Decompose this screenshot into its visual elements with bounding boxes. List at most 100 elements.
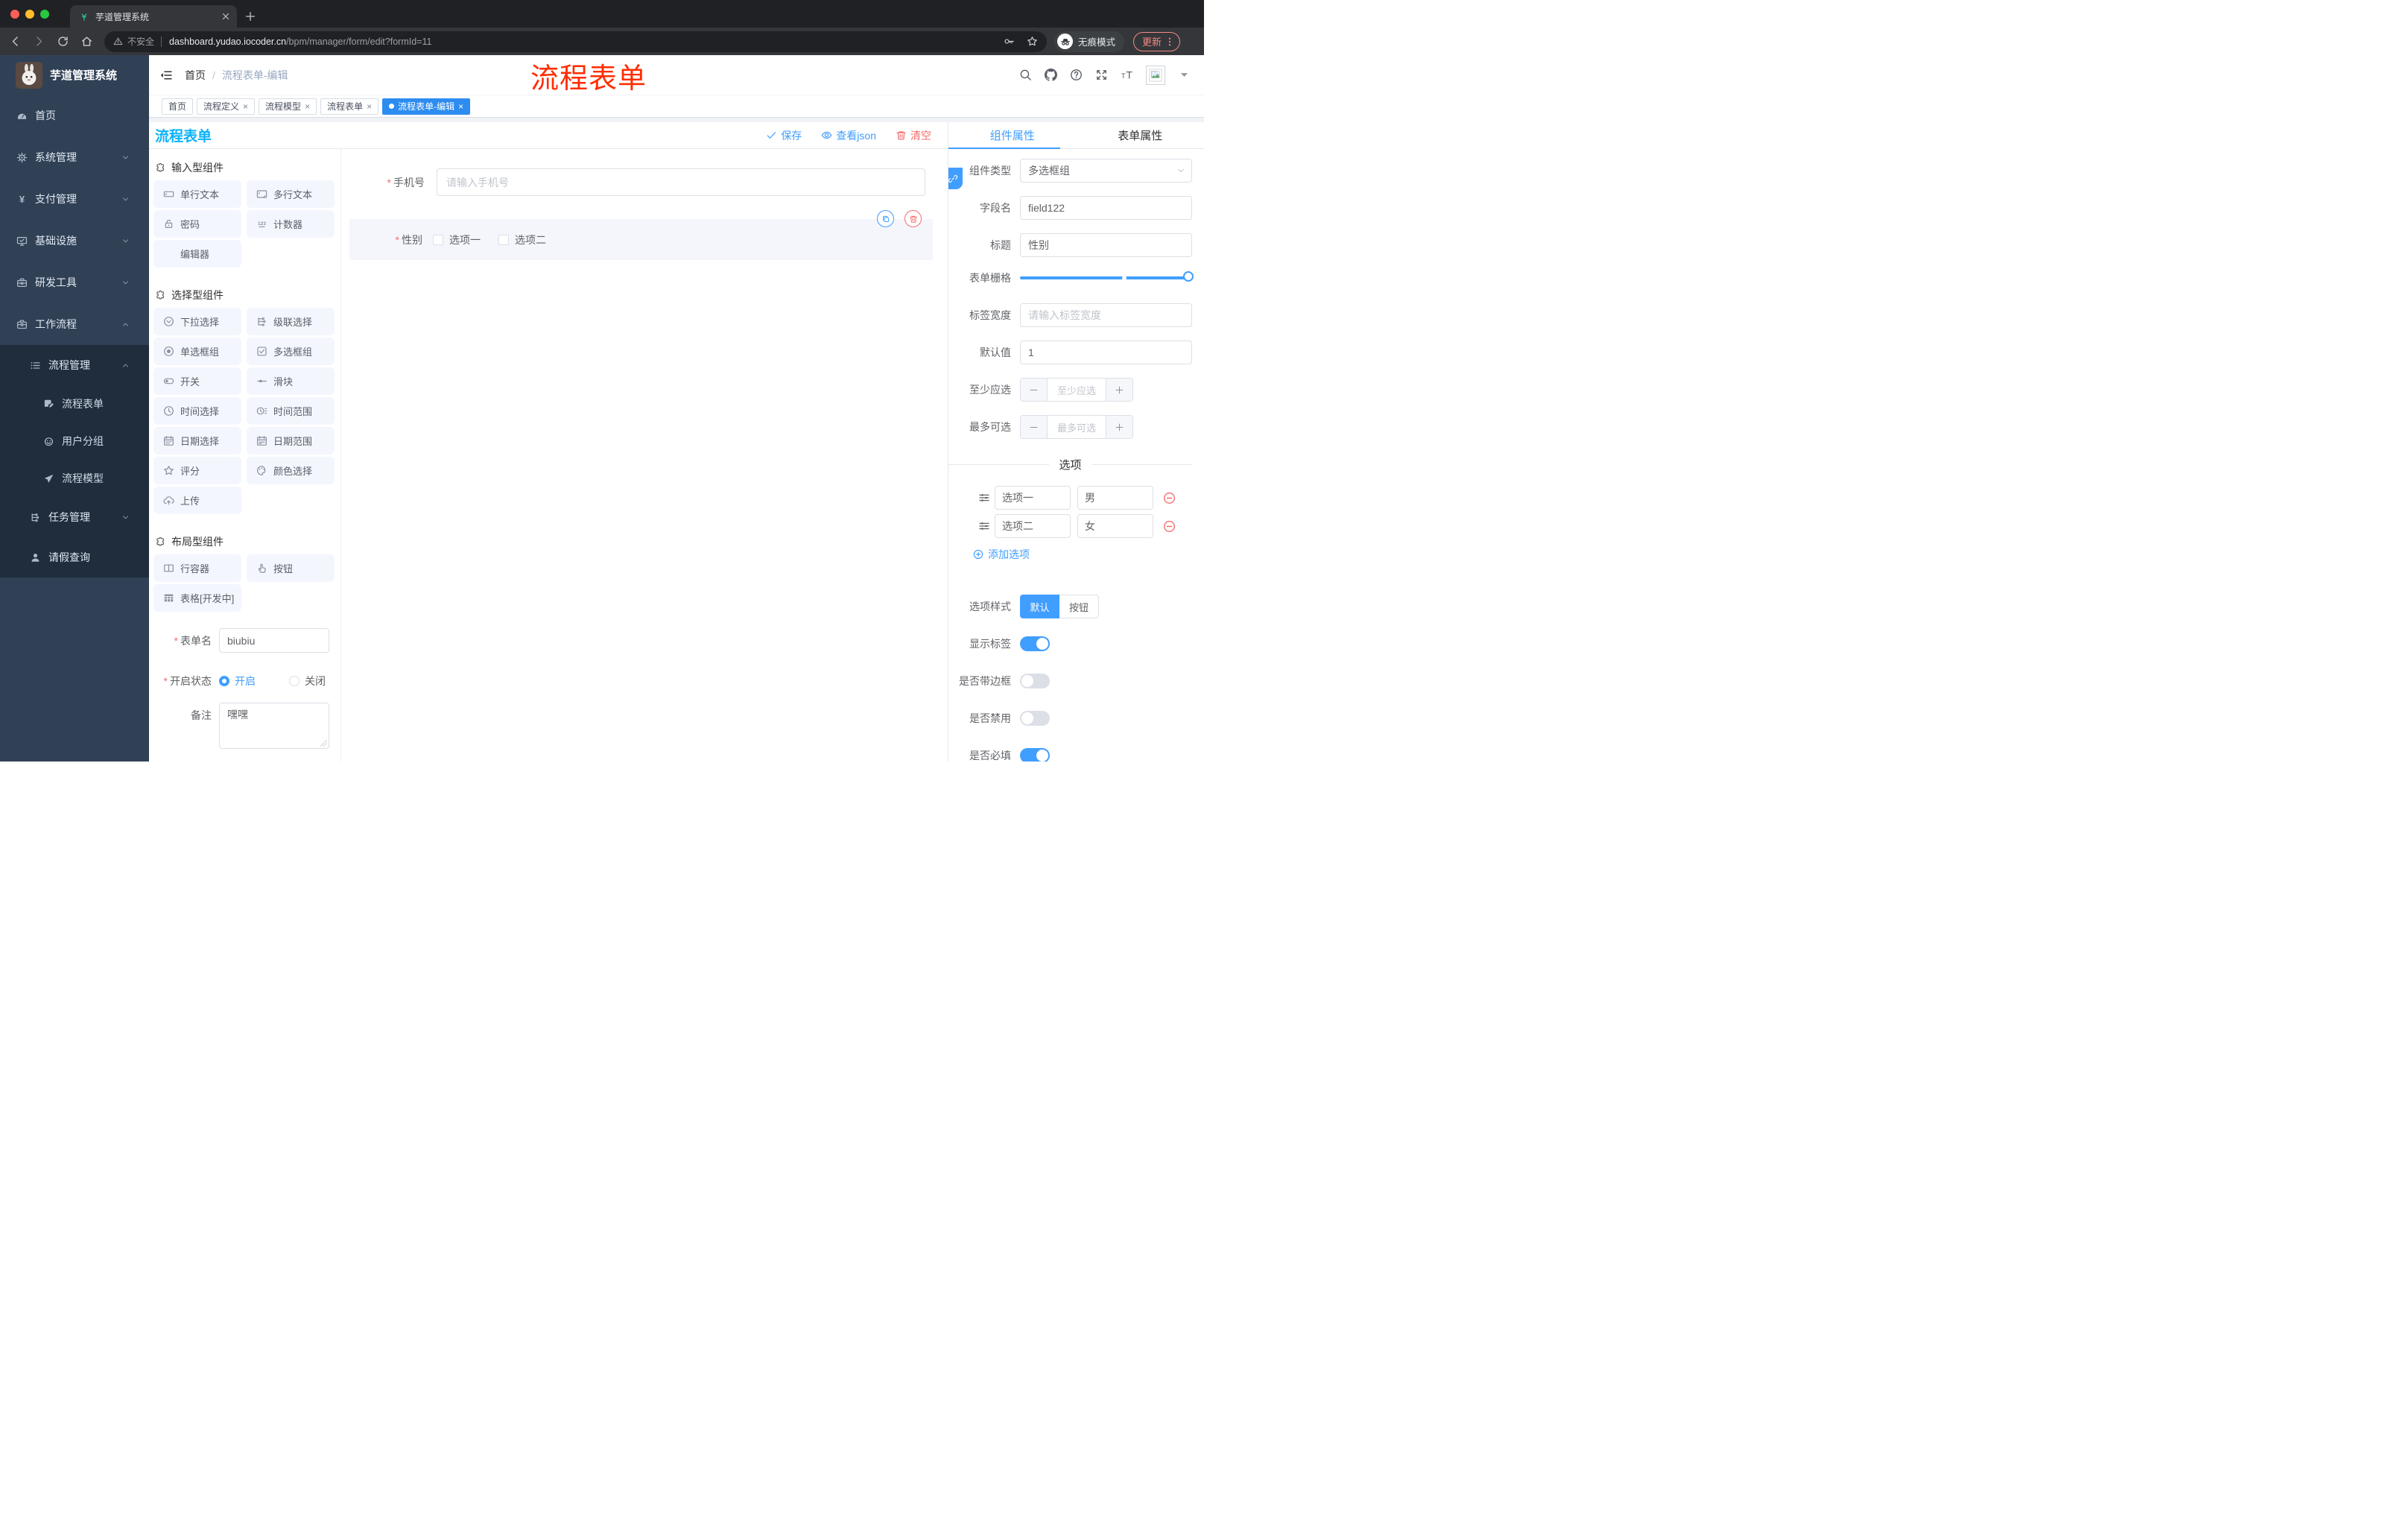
- remark-textarea[interactable]: 嘿嘿: [219, 703, 329, 749]
- decrease-button[interactable]: [1021, 416, 1048, 438]
- avatar[interactable]: [1146, 65, 1165, 85]
- palette-item-滑块[interactable]: 滑块: [247, 367, 335, 395]
- browser-tab[interactable]: 芋道管理系统: [70, 5, 237, 28]
- max-checked-placeholder[interactable]: 最多可选: [1048, 416, 1106, 438]
- home-icon[interactable]: [80, 35, 93, 48]
- checkbox-选项二[interactable]: [498, 234, 509, 245]
- fullscreen-icon[interactable]: [1095, 69, 1108, 81]
- toggle-switch-是否带边框[interactable]: [1020, 674, 1050, 688]
- page-tab-流程表单-编辑[interactable]: 流程表单-编辑 ×: [382, 98, 471, 115]
- title-input[interactable]: [1020, 233, 1192, 257]
- increase-button[interactable]: [1106, 379, 1132, 401]
- sidebar-item-系统管理[interactable]: 系统管理: [0, 136, 149, 178]
- radio-关闭[interactable]: [289, 676, 300, 686]
- tab-close-icon[interactable]: ×: [458, 102, 463, 111]
- palette-item-多行文本[interactable]: 多行文本: [247, 180, 335, 208]
- close-window-button[interactable]: [10, 9, 19, 19]
- sidebar-item-基础设施[interactable]: 基础设施: [0, 220, 149, 262]
- add-option-button[interactable]: 添加选项: [948, 547, 1192, 562]
- palette-item-日期选择[interactable]: 日期选择: [153, 427, 241, 455]
- increase-button[interactable]: [1106, 416, 1132, 438]
- palette-item-日期范围[interactable]: 日期范围: [247, 427, 335, 455]
- option-label-input[interactable]: [995, 486, 1071, 510]
- palette-item-上传[interactable]: 上传: [153, 487, 241, 514]
- page-tab-流程定义[interactable]: 流程定义 ×: [197, 98, 256, 115]
- toggle-switch-显示标签[interactable]: [1020, 636, 1050, 651]
- tab-close-icon[interactable]: ×: [367, 102, 372, 111]
- props-tab-表单属性[interactable]: 表单属性: [1077, 122, 1205, 148]
- sidebar-item-流程管理[interactable]: 流程管理: [0, 345, 149, 385]
- gender-option-选项二[interactable]: 选项二: [498, 232, 546, 247]
- update-button[interactable]: 更新: [1133, 31, 1181, 51]
- sidebar-item-用户分组[interactable]: 用户分组: [0, 422, 149, 460]
- toggle-switch-是否必填[interactable]: [1020, 748, 1050, 762]
- window-controls[interactable]: [0, 0, 60, 28]
- radio-开启[interactable]: [219, 676, 229, 686]
- logo-row[interactable]: 芋道管理系统: [0, 55, 149, 95]
- sidebar-item-任务管理[interactable]: 任务管理: [0, 497, 149, 537]
- label-width-input[interactable]: [1020, 303, 1192, 327]
- sidebar-item-首页[interactable]: 首页: [0, 95, 149, 136]
- slider-handle[interactable]: [1183, 271, 1194, 282]
- page-tab-流程模型[interactable]: 流程模型 ×: [259, 98, 317, 115]
- key-icon[interactable]: [1004, 36, 1015, 47]
- chevron-down-icon[interactable]: [1178, 69, 1191, 81]
- toggle-switch-是否禁用[interactable]: [1020, 711, 1050, 726]
- palette-item-单选框组[interactable]: 单选框组: [153, 338, 241, 365]
- back-icon[interactable]: [9, 35, 22, 48]
- reload-icon[interactable]: [57, 35, 69, 48]
- gender-option-选项一[interactable]: 选项一: [433, 232, 481, 247]
- help-icon[interactable]: [1070, 69, 1083, 81]
- default-value-input[interactable]: [1020, 341, 1192, 364]
- phone-input[interactable]: [437, 168, 925, 196]
- minimize-window-button[interactable]: [25, 9, 34, 19]
- github-icon[interactable]: [1045, 69, 1057, 81]
- palette-item-颜色选择[interactable]: 颜色选择: [247, 457, 335, 484]
- new-tab-button[interactable]: [244, 10, 256, 22]
- palette-item-评分[interactable]: 评分: [153, 457, 241, 484]
- component-type-select[interactable]: 多选框组: [1020, 159, 1192, 183]
- search-icon[interactable]: [1019, 69, 1032, 81]
- tab-close-icon[interactable]: ×: [243, 102, 248, 111]
- palette-item-行容器[interactable]: 行容器: [153, 554, 241, 582]
- field-name-input[interactable]: [1020, 196, 1192, 220]
- browser-menu-dots-icon[interactable]: [1165, 37, 1175, 47]
- option-style-按钮[interactable]: 按钮: [1059, 595, 1099, 618]
- forward-icon[interactable]: [33, 35, 45, 48]
- status-radio-关闭[interactable]: 关闭: [289, 674, 326, 688]
- option-value-input[interactable]: [1077, 486, 1153, 510]
- palette-item-表格[开发中][interactable]: 表格[开发中]: [153, 584, 241, 612]
- palette-item-级联选择[interactable]: 级联选择: [247, 308, 335, 335]
- palette-item-计数器[interactable]: 123 计数器: [247, 210, 335, 238]
- 查看json-button[interactable]: 查看json: [821, 128, 876, 143]
- link-tab-button[interactable]: [948, 168, 963, 189]
- sidebar-item-请假查询[interactable]: 请假查询: [0, 537, 149, 577]
- decrease-button[interactable]: [1021, 379, 1048, 401]
- remove-option-button[interactable]: [1163, 492, 1176, 504]
- option-value-input[interactable]: [1077, 514, 1153, 538]
- sidebar-item-研发工具[interactable]: 研发工具: [0, 262, 149, 303]
- sidebar-item-流程模型[interactable]: 流程模型: [0, 460, 149, 497]
- maximize-window-button[interactable]: [40, 9, 49, 19]
- props-tab-组件属性[interactable]: 组件属性: [948, 122, 1077, 148]
- palette-item-按钮[interactable]: 按钮: [247, 554, 335, 582]
- delete-component-button[interactable]: [904, 210, 922, 227]
- palette-item-下拉选择[interactable]: 下拉选择: [153, 308, 241, 335]
- option-style-默认[interactable]: 默认: [1020, 595, 1059, 618]
- status-radio-开启[interactable]: 开启: [219, 674, 256, 688]
- grid-slider[interactable]: [1020, 271, 1194, 282]
- 保存-button[interactable]: 保存: [766, 128, 802, 143]
- hamburger-icon[interactable]: [159, 69, 173, 82]
- selected-component-block[interactable]: * 性别 选项一 选项二: [349, 210, 933, 260]
- palette-item-开关[interactable]: 开关: [153, 367, 241, 395]
- font-size-icon[interactable]: TT: [1121, 69, 1133, 81]
- tab-close-icon[interactable]: [221, 11, 231, 22]
- 清空-button[interactable]: 清空: [896, 128, 931, 143]
- copy-component-button[interactable]: [877, 210, 894, 227]
- sidebar-item-流程表单[interactable]: 流程表单: [0, 385, 149, 422]
- breadcrumb-home[interactable]: 首页: [185, 68, 206, 83]
- palette-item-多选框组[interactable]: 多选框组: [247, 338, 335, 365]
- palette-item-编辑器[interactable]: 编辑器: [153, 240, 241, 267]
- sidebar-item-支付管理[interactable]: ¥ 支付管理: [0, 178, 149, 220]
- address-bar[interactable]: 不安全 dashboard.yudao.iocoder.cn/bpm/manag…: [104, 31, 1047, 52]
